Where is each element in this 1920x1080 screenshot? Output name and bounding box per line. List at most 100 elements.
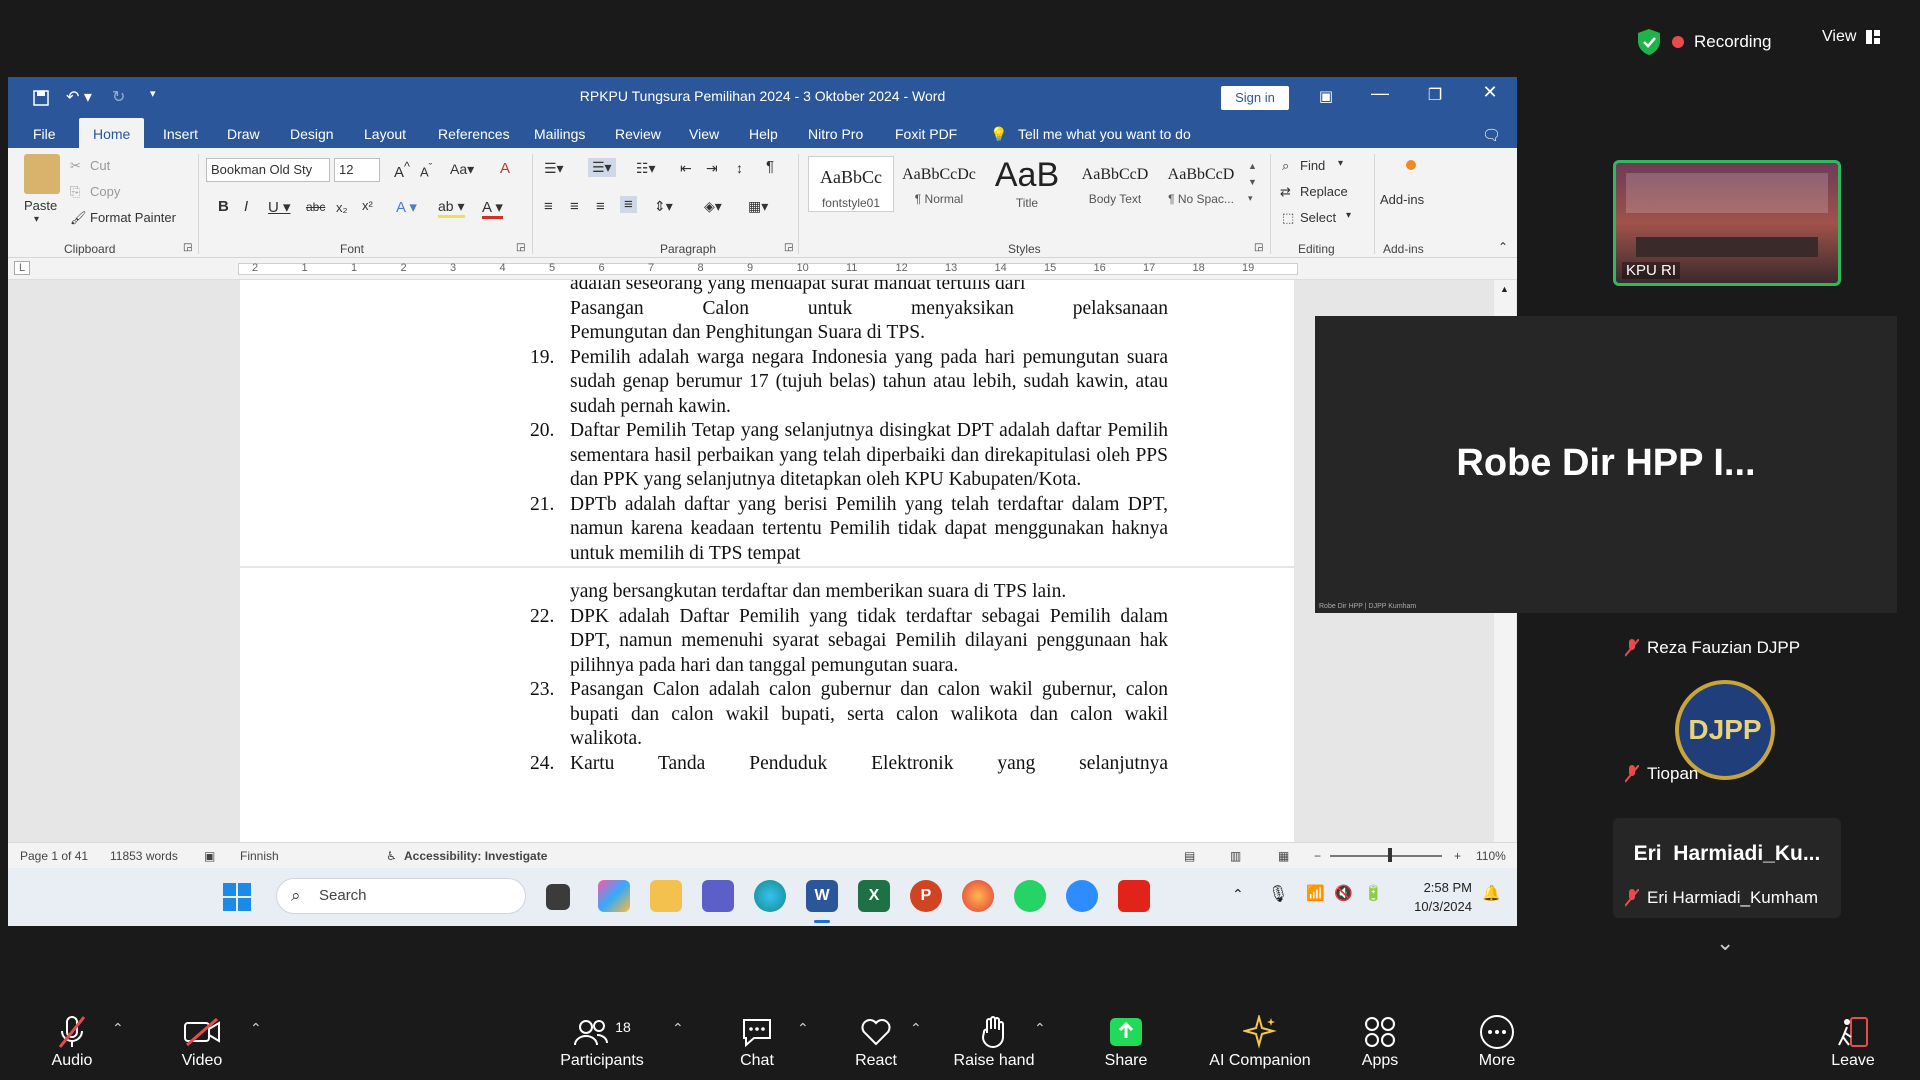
foxit-icon[interactable] <box>1118 880 1150 912</box>
find-button[interactable]: Find <box>1300 158 1325 173</box>
web-layout-icon[interactable]: ▦ <box>1278 849 1289 863</box>
restore-icon[interactable]: ❐ <box>1415 85 1455 105</box>
strikethrough-icon[interactable]: abc <box>306 200 325 214</box>
page-count[interactable]: Page 1 of 41 <box>20 849 88 863</box>
task-view-icon[interactable] <box>546 884 570 910</box>
raise-hand-button[interactable]: Raise hand <box>944 1012 1044 1070</box>
participant-tile-tiopan[interactable]: DJPP Tiopan <box>1613 642 1841 790</box>
tab-help[interactable]: Help <box>749 126 778 142</box>
align-center-icon[interactable]: ≡ <box>570 198 579 215</box>
find-dropdown-icon[interactable]: ▾ <box>1338 158 1343 169</box>
italic-icon[interactable]: I <box>244 198 248 215</box>
borders-icon[interactable]: ▦▾ <box>748 198 768 215</box>
zoom-app-icon[interactable] <box>1066 880 1098 912</box>
leave-button[interactable]: Leave <box>1803 1012 1903 1070</box>
zoom-slider-thumb[interactable] <box>1388 848 1392 862</box>
apps-button[interactable]: Apps <box>1330 1012 1430 1070</box>
ribbon-display-options-icon[interactable]: ▣ <box>1306 87 1346 105</box>
comments-icon[interactable]: 🗨 <box>1482 126 1501 144</box>
chat-options-caret-icon[interactable]: ⌃ <box>797 1020 809 1037</box>
participants-button[interactable]: 18 Participants <box>552 1012 652 1070</box>
line-spacing-icon[interactable]: ⇕▾ <box>654 198 673 215</box>
clipboard-launcher-icon[interactable]: ◲ <box>183 242 192 253</box>
style-fontstyle01[interactable]: AaBbCc fontstyle01 <box>808 156 894 212</box>
tab-foxit-pdf[interactable]: Foxit PDF <box>895 126 957 142</box>
grow-font-icon[interactable]: A^ <box>394 160 410 181</box>
tell-me-box[interactable]: Tell me what you want to do <box>1018 126 1191 142</box>
numbering-icon[interactable]: ☰▾ <box>588 158 616 177</box>
style-body-text[interactable]: AaBbCcD Body Text <box>1072 156 1158 212</box>
word-count[interactable]: 11853 words <box>110 849 178 863</box>
align-left-icon[interactable]: ≡ <box>544 198 553 215</box>
tab-home[interactable]: Home <box>79 118 145 148</box>
paste-button[interactable]: Paste <box>24 198 57 213</box>
font-launcher-icon[interactable]: ◲ <box>516 242 525 253</box>
excel-icon[interactable]: X <box>858 880 890 912</box>
taskbar-search[interactable]: ⌕ Search <box>276 878 526 914</box>
add-ins-button[interactable]: Add-ins <box>1380 192 1424 207</box>
powerpoint-icon[interactable]: P <box>910 880 942 912</box>
decrease-indent-icon[interactable]: ⇤ <box>680 160 692 177</box>
tab-view[interactable]: View <box>689 126 719 142</box>
text-effects-icon[interactable]: A ▾ <box>396 198 417 216</box>
paste-dropdown-icon[interactable]: ▾ <box>34 214 39 225</box>
underline-icon[interactable]: U ▾ <box>268 198 291 216</box>
scroll-down-chevron-icon[interactable]: ⌄ <box>1716 930 1734 956</box>
language-label[interactable]: Finnish <box>240 849 279 863</box>
format-painter-button[interactable]: Format Painter <box>90 210 176 225</box>
replace-button[interactable]: Replace <box>1300 184 1348 199</box>
justify-icon[interactable]: ≡ <box>620 196 637 213</box>
tab-layout[interactable]: Layout <box>364 126 406 142</box>
font-size-box[interactable]: 12 <box>334 158 380 182</box>
tab-review[interactable]: Review <box>615 126 661 142</box>
superscript-icon[interactable]: x² <box>362 198 373 213</box>
font-color-icon[interactable]: A ▾ <box>482 198 503 219</box>
windows-start-icon[interactable] <box>223 883 251 911</box>
video-tile-kpu-ri[interactable]: KPU RI <box>1613 160 1841 286</box>
copy-button[interactable]: Copy <box>90 184 120 199</box>
tab-selector-icon[interactable]: L <box>14 261 30 275</box>
accessibility-status[interactable]: Accessibility: Investigate <box>404 849 547 863</box>
teams-icon[interactable] <box>702 880 734 912</box>
microphone-icon[interactable]: 🎙 <box>1268 884 1288 904</box>
tab-mailings[interactable]: Mailings <box>534 126 585 142</box>
paste-icon[interactable] <box>24 154 60 194</box>
sign-in-button[interactable]: Sign in <box>1221 86 1289 110</box>
print-layout-icon[interactable]: ▥ <box>1230 849 1241 863</box>
edge-icon[interactable] <box>754 880 786 912</box>
copilot-icon[interactable] <box>598 880 630 912</box>
tab-references[interactable]: References <box>438 126 510 142</box>
tray-overflow-icon[interactable]: ⌃ <box>1232 886 1244 903</box>
multilevel-list-icon[interactable]: ☷▾ <box>636 160 656 177</box>
chat-button[interactable]: Chat <box>707 1012 807 1070</box>
bold-icon[interactable]: B <box>218 198 229 215</box>
zoom-slider[interactable] <box>1330 855 1442 857</box>
add-ins-icon[interactable] <box>1406 160 1416 170</box>
styles-launcher-icon[interactable]: ◲ <box>1254 242 1263 253</box>
tab-nitro-pro[interactable]: Nitro Pro <box>808 126 863 142</box>
whatsapp-icon[interactable] <box>1014 880 1046 912</box>
horizontal-ruler[interactable]: L 2 1 1 2 3 4 5 6 7 8 9 10 11 12 13 14 15 16 17 18 19 <box>8 258 1517 280</box>
clear-formatting-icon[interactable]: A <box>500 160 510 177</box>
zoom-out-icon[interactable]: − <box>1314 849 1321 863</box>
firefox-icon[interactable] <box>962 880 994 912</box>
tab-insert[interactable]: Insert <box>163 126 198 142</box>
show-formatting-icon[interactable]: ¶ <box>766 158 774 175</box>
view-button[interactable]: View <box>1822 28 1881 46</box>
cut-button[interactable]: Cut <box>90 158 110 173</box>
raise-hand-options-caret-icon[interactable]: ⌃ <box>1034 1020 1046 1037</box>
taskbar-clock[interactable]: 2:58 PM 10/3/2024 <box>1400 878 1472 916</box>
audio-button[interactable]: Audio <box>22 1012 122 1070</box>
highlight-icon[interactable]: ab ▾ <box>438 198 465 218</box>
change-case-icon[interactable]: Aa▾ <box>450 161 474 178</box>
minimize-icon[interactable]: — <box>1360 83 1400 104</box>
proofing-icon[interactable]: ▣ <box>204 849 215 863</box>
align-right-icon[interactable]: ≡ <box>596 198 605 215</box>
zoom-in-icon[interactable]: + <box>1454 849 1461 863</box>
paragraph-launcher-icon[interactable]: ◲ <box>784 242 793 253</box>
file-explorer-icon[interactable] <box>650 880 682 912</box>
document-area[interactable]: adalah seseorang yang mendapat surat man… <box>8 280 1517 857</box>
shading-icon[interactable]: ◈▾ <box>704 198 722 215</box>
video-button[interactable]: Video <box>152 1012 252 1070</box>
react-options-caret-icon[interactable]: ⌃ <box>910 1020 922 1037</box>
